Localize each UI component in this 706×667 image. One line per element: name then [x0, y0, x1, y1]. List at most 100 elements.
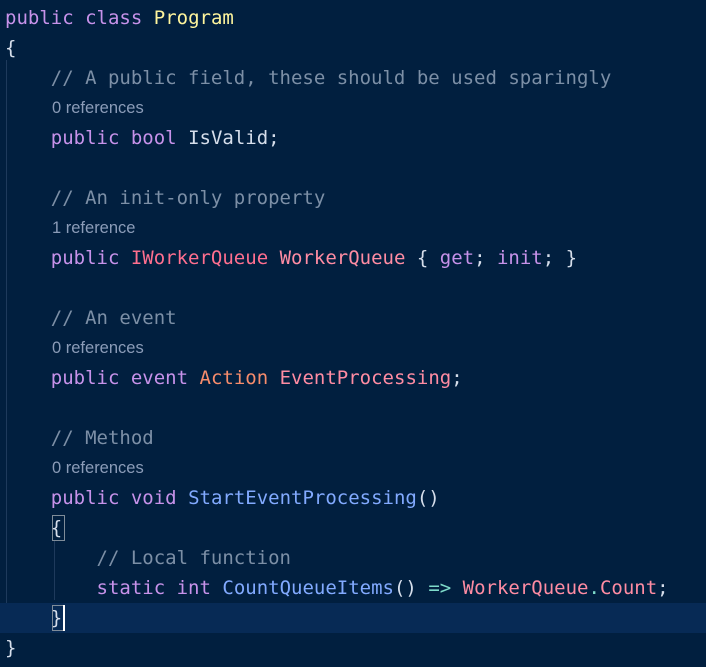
code-line: public event Action EventProcessing;	[0, 363, 706, 393]
code-text: // Method	[5, 423, 154, 453]
codelens-references[interactable]: 0 references	[0, 453, 706, 483]
code-token: StartEventProcessing	[188, 487, 417, 509]
code-token: public	[50, 247, 120, 269]
code-line: {	[0, 513, 706, 543]
text-cursor	[63, 605, 65, 631]
code-token: WorkerQueue	[279, 247, 406, 269]
code-token: public	[5, 7, 74, 29]
code-token: IWorkerQueue	[130, 247, 269, 269]
code-token: EventProcessing	[279, 367, 452, 389]
code-token: WorkerQueue	[462, 577, 589, 599]
code-text: {	[5, 33, 16, 63]
code-token: void	[130, 487, 177, 509]
code-editor[interactable]: public class Program { // A public field,…	[0, 0, 706, 667]
code-token: static	[96, 577, 166, 599]
code-text: // An init-only property	[5, 183, 326, 213]
code-token: {	[5, 37, 17, 59]
code-line: public bool IsValid;	[0, 123, 706, 153]
code-token: ;	[474, 247, 497, 269]
code-token: public	[50, 487, 120, 509]
code-token: // An init-only property	[50, 187, 326, 209]
codelens-references[interactable]: 0 references	[0, 333, 706, 363]
code-line-current: }	[0, 603, 706, 633]
code-line: // Method	[0, 423, 706, 453]
code-line: }	[0, 633, 706, 663]
code-token: // Method	[50, 427, 154, 449]
code-token: CountQueueItems	[222, 577, 394, 599]
code-text: public event Action EventProcessing;	[5, 363, 463, 393]
code-line: public void StartEventProcessing()	[0, 483, 706, 513]
code-token: class	[85, 7, 143, 29]
codelens-references[interactable]: 1 reference	[0, 213, 706, 243]
code-token: public	[50, 367, 120, 389]
code-line: static int CountQueueItems() => WorkerQu…	[0, 573, 706, 603]
code-line: // Local function	[0, 543, 706, 573]
code-token: event	[130, 367, 189, 389]
code-line: public class Program	[0, 3, 706, 33]
code-token: {	[405, 247, 440, 269]
code-token: .	[588, 577, 600, 599]
codelens-references[interactable]: 0 references	[0, 93, 706, 123]
codelens-label[interactable]: 1 reference	[52, 213, 135, 243]
code-token: Action	[199, 367, 269, 389]
code-token: ;	[268, 127, 280, 149]
codelens-label[interactable]: 0 references	[52, 453, 144, 483]
code-token: int	[176, 577, 211, 599]
code-token: init	[496, 247, 543, 269]
code-line: public IWorkerQueue WorkerQueue { get; i…	[0, 243, 706, 273]
code-text: static int CountQueueItems() => WorkerQu…	[5, 573, 669, 603]
codelens-label[interactable]: 0 references	[52, 333, 144, 363]
code-token: // An event	[50, 307, 177, 329]
code-token: ; }	[542, 247, 578, 269]
code-token: =>	[428, 577, 452, 599]
code-line: // An init-only property	[0, 183, 706, 213]
code-text: // Local function	[5, 543, 291, 573]
code-token: }	[5, 637, 17, 659]
code-token: Count	[599, 577, 658, 599]
code-text: public void StartEventProcessing()	[5, 483, 440, 513]
code-text: }	[5, 633, 16, 663]
code-token: get	[439, 247, 475, 269]
code-token: ;	[657, 577, 669, 599]
codelens-label[interactable]: 0 references	[52, 93, 144, 123]
code-text: public IWorkerQueue WorkerQueue { get; i…	[5, 243, 577, 273]
code-line: // An event	[0, 303, 706, 333]
code-token: ;	[451, 367, 463, 389]
code-token: IsValid	[188, 127, 269, 149]
code-token: public	[50, 127, 120, 149]
code-text: public bool IsValid;	[5, 123, 280, 153]
code-token: ()	[416, 487, 440, 509]
code-text: // A public field, these should be used …	[5, 63, 612, 93]
code-token: // A public field, these should be used …	[50, 67, 612, 89]
code-token: bool	[130, 127, 177, 149]
code-line: {	[0, 33, 706, 63]
bracket-match-highlight	[52, 515, 65, 541]
